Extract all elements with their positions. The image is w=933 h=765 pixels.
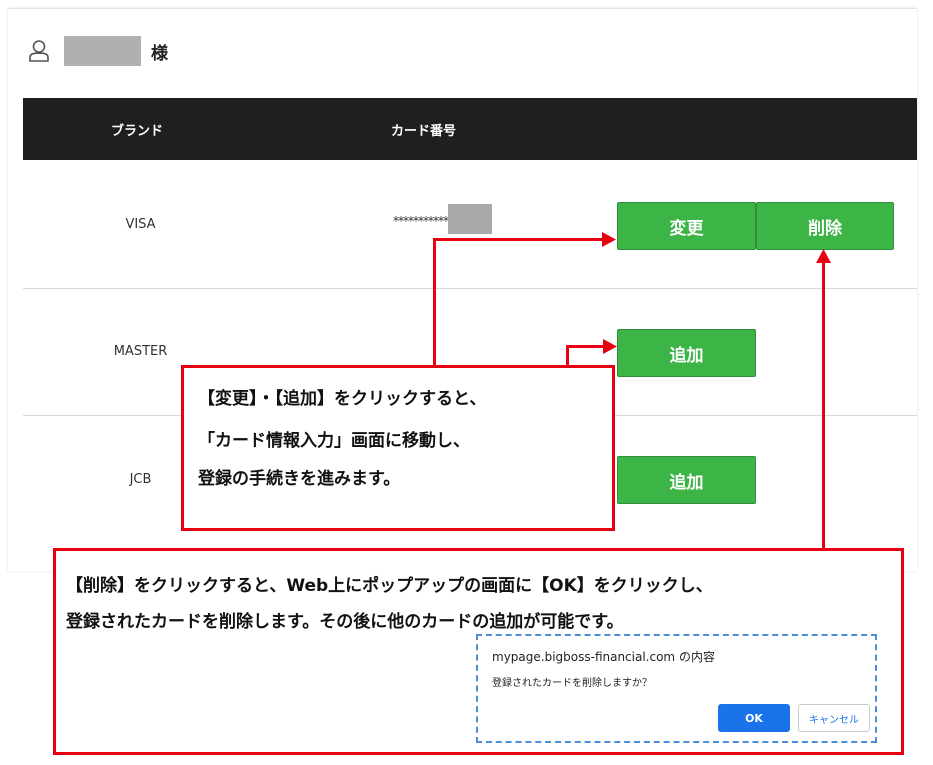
delete-confirm-dialog: mypage.bigboss-financial.com の内容 登録されたカー… — [476, 634, 877, 743]
dialog-cancel-button[interactable]: キャンセル — [798, 704, 870, 732]
callout-change-add-line-3: 登録の手続きを進みます。 — [198, 469, 401, 489]
callout-change-add-line-2: 「カード情報入力」画面に移動し、 — [198, 431, 470, 451]
callout-delete-line-2: 登録されたカードを削除します。その後に他のカードの追加が可能です。 — [66, 612, 624, 632]
arrowhead-delete — [816, 249, 831, 263]
dialog-title: mypage.bigboss-financial.com の内容 — [492, 650, 715, 664]
dialog-ok-button[interactable]: OK — [718, 704, 790, 732]
arrowhead-add — [603, 339, 617, 354]
callout-change-add-line-1: 【変更】・【追加】をクリックすると、 — [198, 389, 487, 409]
callout-delete-line-1: 【削除】をクリックすると、Web上にポップアップの画面に【OK】をクリックし、 — [66, 576, 713, 596]
arrowhead-change — [602, 232, 616, 247]
callout-change-add: 【変更】・【追加】をクリックすると、 「カード情報入力」画面に移動し、 登録の手… — [181, 365, 615, 531]
dialog-message: 登録されたカードを削除しますか？ — [492, 678, 652, 689]
